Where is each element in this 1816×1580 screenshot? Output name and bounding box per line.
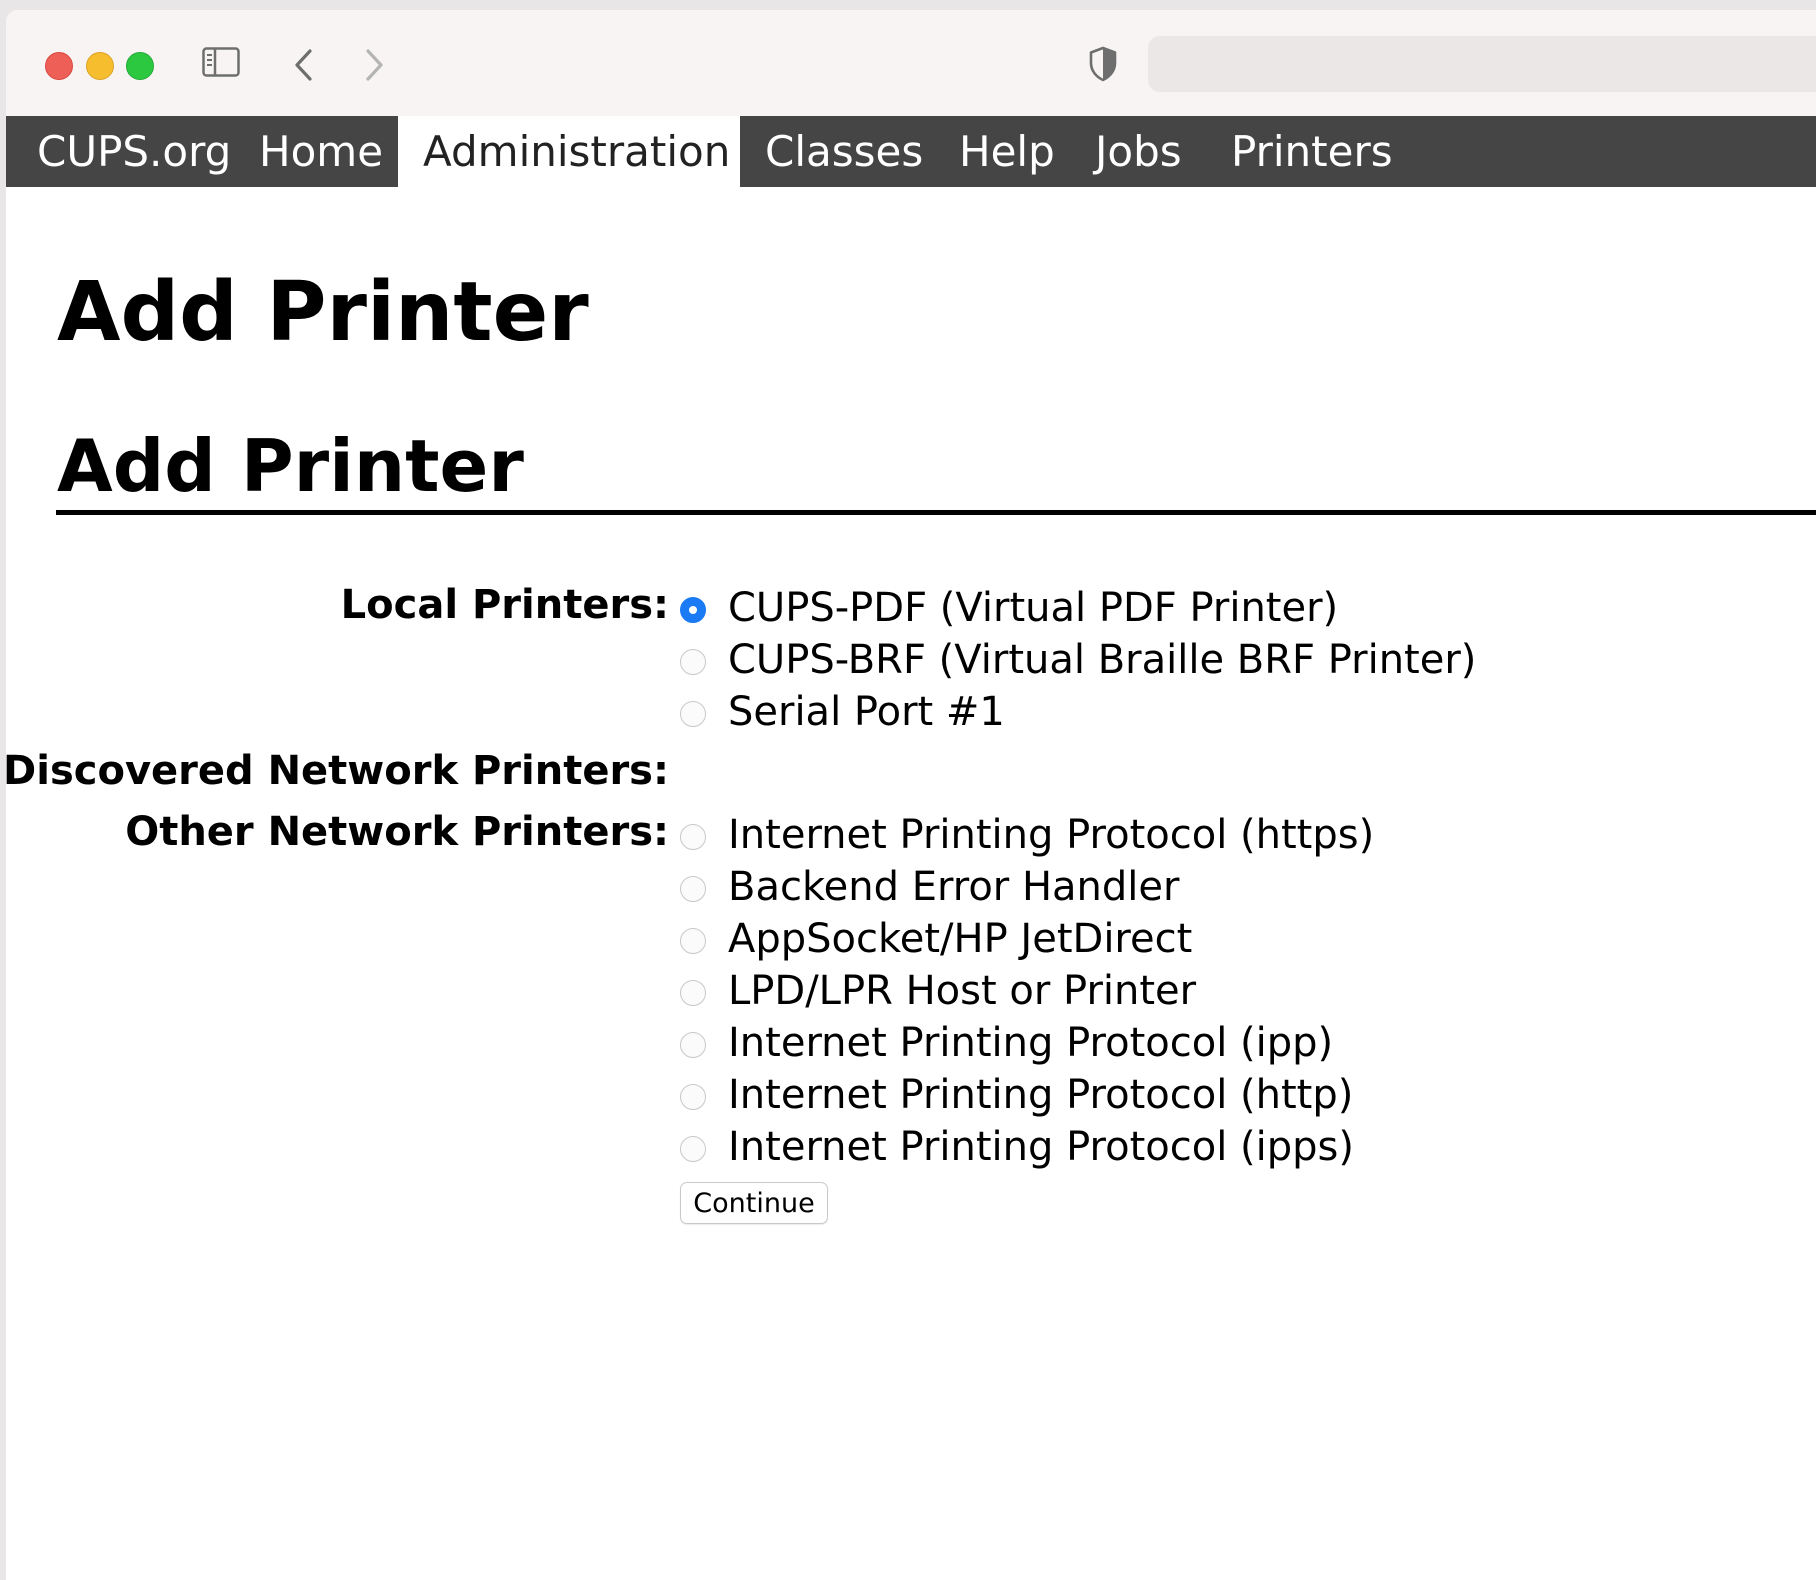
section-divider	[56, 510, 1816, 515]
radio-button-checked[interactable]	[680, 597, 706, 623]
maximize-window-button[interactable]	[126, 52, 154, 80]
option-label[interactable]: Internet Printing Protocol (ipp)	[728, 1020, 1333, 1066]
radio-button[interactable]	[680, 1032, 706, 1058]
nav-cups-org[interactable]: CUPS.org	[12, 116, 256, 187]
forward-arrow-icon[interactable]	[362, 48, 386, 82]
nav-classes[interactable]: Classes	[740, 116, 948, 187]
section-title: Add Printer	[57, 424, 524, 508]
nav-jobs[interactable]: Jobs	[1070, 116, 1207, 187]
radio-button[interactable]	[680, 1084, 706, 1110]
radio-button[interactable]	[680, 876, 706, 902]
other-network-printers-label: Other Network Printers:	[125, 809, 669, 855]
option-label[interactable]: Internet Printing Protocol (https)	[728, 812, 1374, 858]
option-label[interactable]: Internet Printing Protocol (http)	[728, 1072, 1353, 1118]
nav-home[interactable]: Home	[234, 116, 408, 187]
back-arrow-icon[interactable]	[292, 48, 316, 82]
browser-window: CUPS.org Home Administration Classes Hel…	[6, 10, 1816, 1580]
radio-button[interactable]	[680, 649, 706, 675]
page-title: Add Printer	[57, 265, 589, 360]
option-label[interactable]: CUPS-PDF (Virtual PDF Printer)	[728, 585, 1338, 631]
nav-help[interactable]: Help	[934, 116, 1080, 187]
discovered-network-printers-label: Discovered Network Printers:	[6, 748, 669, 794]
option-label[interactable]: Serial Port #1	[728, 689, 1005, 735]
shield-icon[interactable]	[1088, 46, 1118, 82]
option-label[interactable]: Internet Printing Protocol (ipps)	[728, 1124, 1354, 1170]
option-label[interactable]: Backend Error Handler	[728, 864, 1179, 910]
minimize-window-button[interactable]	[86, 52, 114, 80]
continue-button[interactable]: Continue	[680, 1182, 828, 1224]
close-window-button[interactable]	[45, 52, 73, 80]
cups-navigation-bar: CUPS.org Home Administration Classes Hel…	[6, 116, 1816, 187]
nav-printers[interactable]: Printers	[1206, 116, 1418, 187]
nav-administration[interactable]: Administration	[398, 116, 740, 187]
radio-button[interactable]	[680, 928, 706, 954]
radio-button[interactable]	[680, 824, 706, 850]
radio-button[interactable]	[680, 701, 706, 727]
browser-toolbar	[6, 10, 1816, 116]
sidebar-icon[interactable]	[202, 47, 240, 77]
option-label[interactable]: AppSocket/HP JetDirect	[728, 916, 1192, 962]
local-printers-label: Local Printers:	[340, 582, 669, 628]
option-label[interactable]: CUPS-BRF (Virtual Braille BRF Printer)	[728, 637, 1476, 683]
address-bar[interactable]	[1148, 36, 1816, 92]
radio-button[interactable]	[680, 1136, 706, 1162]
radio-button[interactable]	[680, 980, 706, 1006]
option-label[interactable]: LPD/LPR Host or Printer	[728, 968, 1196, 1014]
